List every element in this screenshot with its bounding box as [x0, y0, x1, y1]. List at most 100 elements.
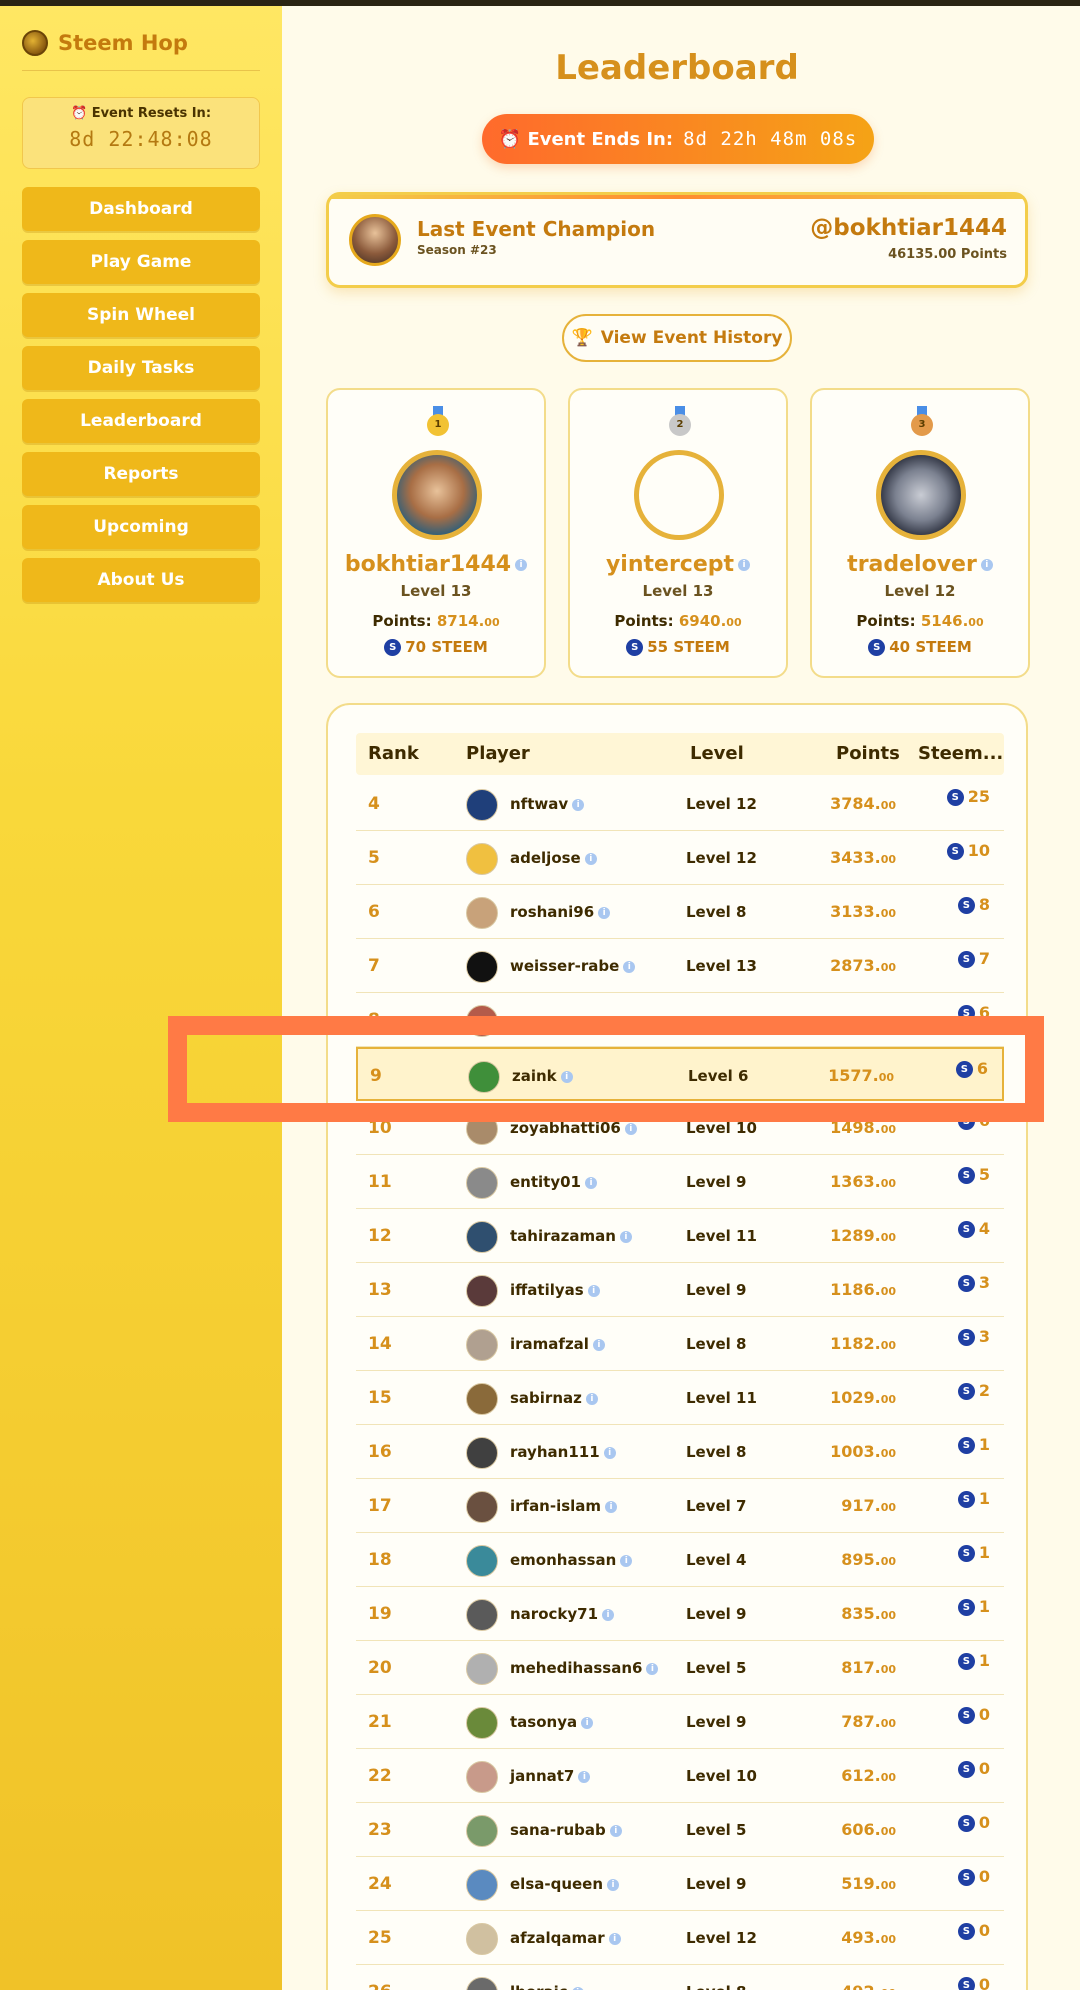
avatar[interactable]: [876, 450, 966, 540]
table-row[interactable]: 7 weisser-rabe i Level 13 2873.00 S 7: [356, 939, 1004, 993]
player-name[interactable]: tasonya i: [510, 1713, 594, 1731]
player-name[interactable]: afzalqamar i: [510, 1929, 621, 1947]
info-icon[interactable]: i: [605, 1500, 618, 1513]
avatar[interactable]: [466, 951, 498, 983]
player-name[interactable]: sabirnaz i: [510, 1389, 598, 1407]
info-icon[interactable]: i: [619, 1230, 632, 1243]
info-icon[interactable]: i: [608, 1932, 621, 1945]
info-icon[interactable]: i: [602, 1608, 615, 1621]
player-name[interactable]: emonhassan i: [510, 1551, 633, 1569]
nav-about-us[interactable]: About Us: [22, 558, 260, 602]
player-name[interactable]: zaink i: [512, 1067, 573, 1085]
info-icon[interactable]: i: [620, 1554, 633, 1567]
player-name[interactable]: narocky71 i: [510, 1605, 615, 1623]
avatar[interactable]: [466, 789, 498, 821]
avatar[interactable]: [466, 1869, 498, 1901]
table-row[interactable]: 6 roshani96 i Level 8 3133.00 S 8: [356, 885, 1004, 939]
nav-upcoming[interactable]: Upcoming: [22, 505, 260, 549]
info-icon[interactable]: i: [624, 1122, 637, 1135]
table-row[interactable]: 14 iramafzal i Level 8 1182.00 S 3: [356, 1317, 1004, 1371]
info-icon[interactable]: i: [646, 1662, 659, 1675]
table-row[interactable]: 22 jannat7 i Level 10 612.00 S 0: [356, 1749, 1004, 1803]
info-icon[interactable]: i: [578, 1770, 591, 1783]
player-name[interactable]: mehedihassan6 i: [510, 1659, 659, 1677]
avatar[interactable]: [466, 1329, 498, 1361]
info-icon[interactable]: i: [598, 906, 611, 919]
player-name[interactable]: nftwav i: [510, 795, 585, 813]
info-icon[interactable]: i: [515, 559, 528, 571]
avatar[interactable]: [466, 897, 498, 929]
player-name[interactable]: rayhan111 i: [510, 1443, 616, 1461]
info-icon[interactable]: i: [571, 1986, 584, 1990]
player-name[interactable]: lhoraici: [510, 1983, 584, 1990]
view-event-history-button[interactable]: 🏆 View Event History: [562, 314, 792, 362]
avatar[interactable]: [466, 1977, 498, 1990]
info-icon[interactable]: i: [738, 559, 751, 571]
avatar[interactable]: [466, 1599, 498, 1631]
table-row[interactable]: 19 narocky71 i Level 9 835.00 S 1: [356, 1587, 1004, 1641]
avatar[interactable]: [466, 1923, 498, 1955]
avatar[interactable]: [466, 1815, 498, 1847]
player-name[interactable]: elsa-queen i: [510, 1875, 620, 1893]
table-row[interactable]: 23 sana-rubab i Level 5 606.00 S 0: [356, 1803, 1004, 1857]
table-row[interactable]: 4 nftwav i Level 12 3784.00 S 25: [356, 777, 1004, 831]
nav-daily-tasks[interactable]: Daily Tasks: [22, 346, 260, 390]
info-icon[interactable]: i: [609, 1824, 622, 1837]
table-row[interactable]: 20 mehedihassan6 i Level 5 817.00 S 1: [356, 1641, 1004, 1695]
table-row[interactable]: 16 rayhan111 i Level 8 1003.00 S 1: [356, 1425, 1004, 1479]
champion-username[interactable]: @bokhtiar1444: [810, 215, 1007, 241]
player-name[interactable]: iffatilyas i: [510, 1281, 600, 1299]
avatar[interactable]: [466, 1113, 498, 1145]
avatar[interactable]: [466, 1761, 498, 1793]
player-name[interactable]: sana-rubab i: [510, 1821, 622, 1839]
avatar[interactable]: [466, 1437, 498, 1469]
brand[interactable]: Steem Hop: [22, 28, 260, 58]
info-icon[interactable]: i: [572, 798, 585, 811]
nav-spin-wheel[interactable]: Spin Wheel: [22, 293, 260, 337]
table-row[interactable]: 10 zoyabhatti06 i Level 10 1498.00 S 6: [356, 1101, 1004, 1155]
table-row[interactable]: 11 entity01 i Level 9 1363.00 S 5: [356, 1155, 1004, 1209]
avatar[interactable]: [466, 1707, 498, 1739]
table-row[interactable]: 17 irfan-islam i Level 7 917.00 S 1: [356, 1479, 1004, 1533]
player-name[interactable]: roshani96 i: [510, 903, 611, 921]
player-name[interactable]: jannat7 i: [510, 1767, 591, 1785]
player-name[interactable]: iramafzal i: [510, 1335, 605, 1353]
avatar[interactable]: [466, 1491, 498, 1523]
player-name[interactable]: tahirazaman i: [510, 1227, 632, 1245]
nav-leaderboard[interactable]: Leaderboard: [22, 399, 260, 443]
info-icon[interactable]: i: [560, 1070, 573, 1083]
nav-dashboard[interactable]: Dashboard: [22, 187, 260, 231]
table-row[interactable]: 18 emonhassan i Level 4 895.00 S 1: [356, 1533, 1004, 1587]
info-icon[interactable]: i: [603, 1446, 616, 1459]
avatar[interactable]: [468, 1061, 500, 1093]
podium-name[interactable]: yintercept i: [570, 552, 786, 577]
table-row[interactable]: 13 iffatilyas i Level 9 1186.00 S 3: [356, 1263, 1004, 1317]
table-row[interactable]: 12 tahirazaman i Level 11 1289.00 S 4: [356, 1209, 1004, 1263]
nav-play-game[interactable]: Play Game: [22, 240, 260, 284]
table-row[interactable]: 21 tasonya i Level 9 787.00 S 0: [356, 1695, 1004, 1749]
player-name[interactable]: entity01 i: [510, 1173, 597, 1191]
info-icon[interactable]: i: [592, 1338, 605, 1351]
avatar[interactable]: [466, 1545, 498, 1577]
avatar[interactable]: [634, 450, 724, 540]
avatar[interactable]: [466, 1005, 498, 1037]
player-name[interactable]: adeljose i: [510, 849, 597, 867]
nav-reports[interactable]: Reports: [22, 452, 260, 496]
table-row[interactable]: 9 zaink i Level 6 1577.00 S 6: [356, 1047, 1004, 1101]
podium-name[interactable]: tradelover i: [812, 552, 1028, 577]
table-row[interactable]: 15 sabirnaz i Level 11 1029.00 S 2: [356, 1371, 1004, 1425]
avatar[interactable]: [466, 1275, 498, 1307]
info-icon[interactable]: i: [585, 1176, 597, 1189]
info-icon[interactable]: i: [587, 1284, 600, 1297]
avatar[interactable]: [466, 1221, 498, 1253]
table-row[interactable]: 24 elsa-queen i Level 9 519.00 S 0: [356, 1857, 1004, 1911]
table-row[interactable]: 5 adeljose i Level 12 3433.00 S 10: [356, 831, 1004, 885]
info-icon[interactable]: i: [623, 960, 636, 973]
info-icon[interactable]: i: [980, 559, 993, 571]
player-name[interactable]: zoyabhatti06 i: [510, 1119, 637, 1137]
avatar[interactable]: [466, 1653, 498, 1685]
table-row[interactable]: 26 lhoraici Level 8 492.00 S0: [356, 1965, 1004, 1990]
table-row[interactable]: 25 afzalqamar i Level 12 493.00 S 0: [356, 1911, 1004, 1965]
player-name[interactable]: weisser-rabe i: [510, 957, 636, 975]
player-name[interactable]: irfan-islam i: [510, 1497, 618, 1515]
